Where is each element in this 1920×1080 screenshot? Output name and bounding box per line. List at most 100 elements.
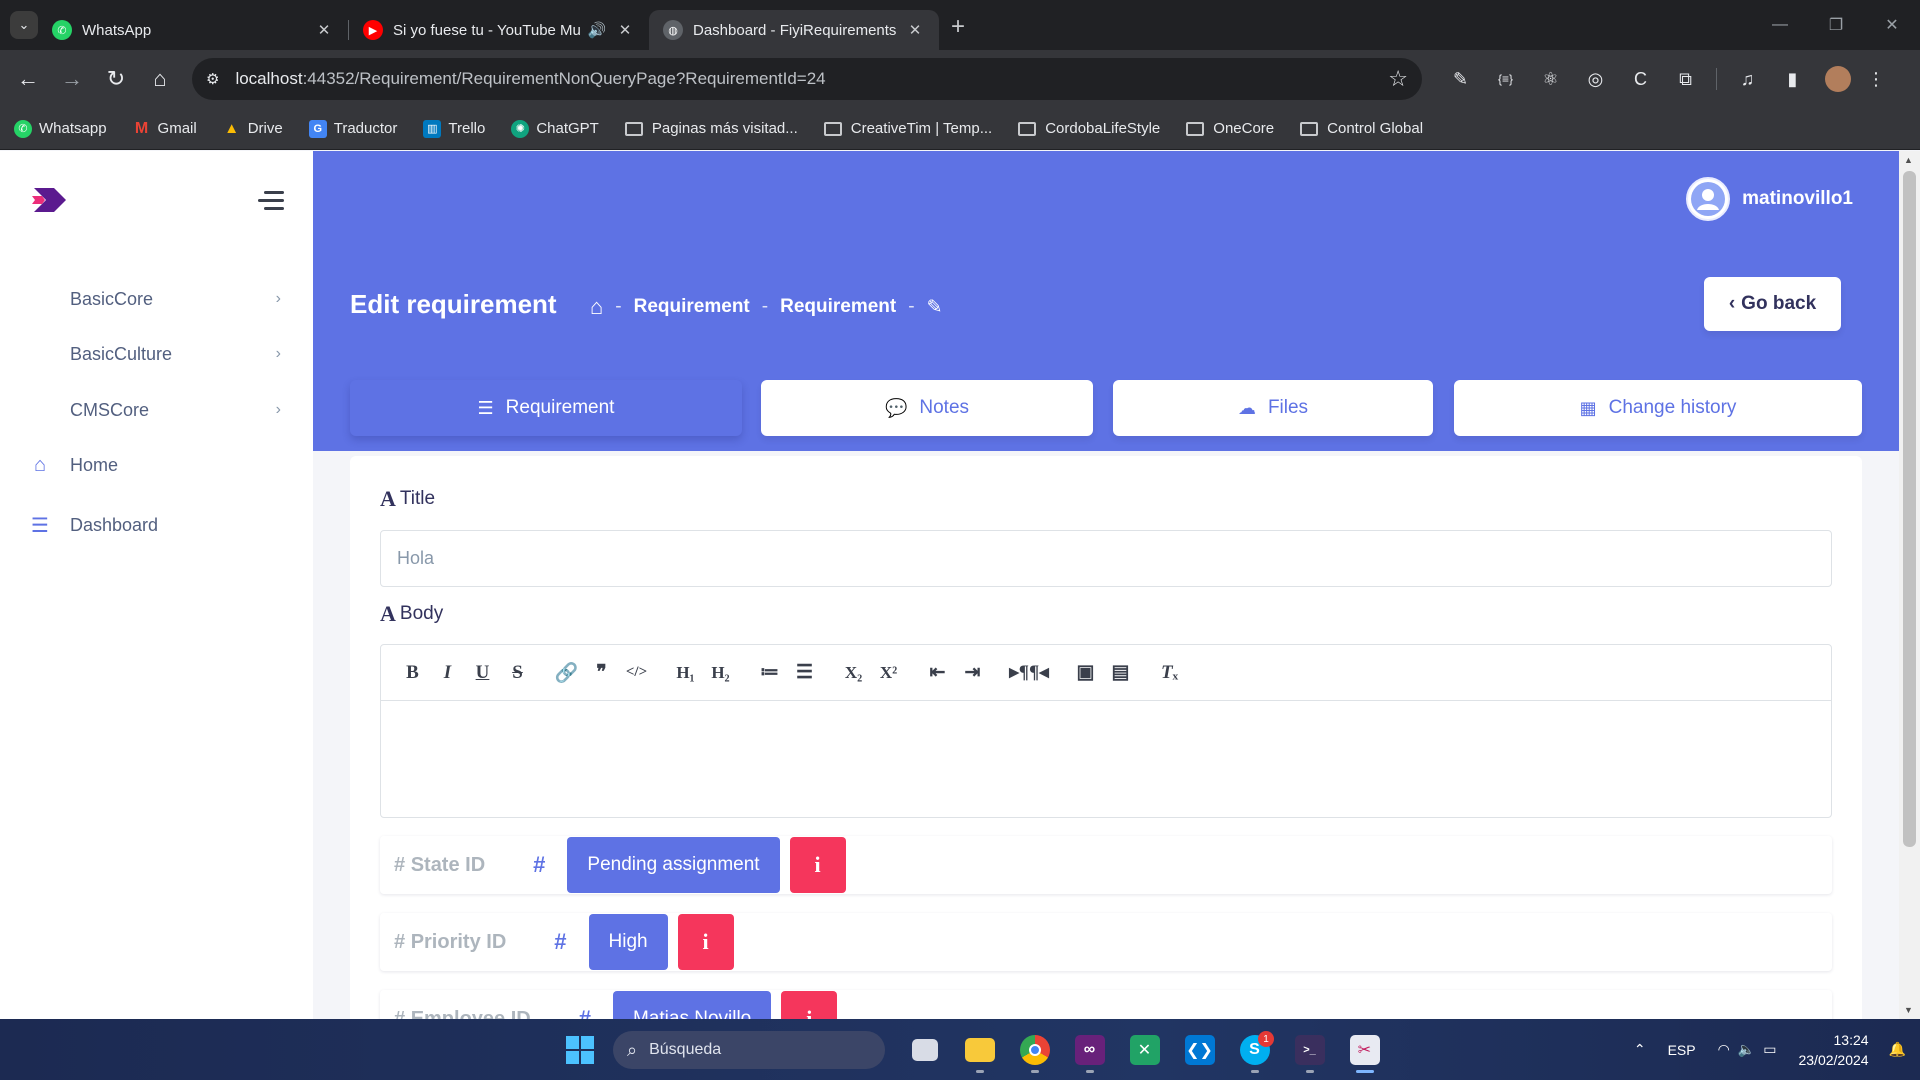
input-language[interactable]: ESP [1668,1042,1696,1058]
link-icon[interactable]: 🔗 [549,661,584,685]
info-icon[interactable]: i [781,991,838,1019]
bookmark-star-icon[interactable]: ☆ [1388,66,1408,92]
page-scrollbar[interactable]: ▲ ▼ [1899,151,1920,1019]
italic-icon[interactable]: I [430,662,465,684]
scroll-down-icon[interactable]: ▼ [1904,1005,1913,1015]
bookmark-folder[interactable]: OneCore [1186,120,1274,137]
scrollbar-thumb[interactable] [1903,171,1916,847]
skype-button[interactable]: S1 [1227,1025,1282,1075]
home-icon[interactable]: ⌂ [590,294,603,320]
sidebar-item-dashboard[interactable]: ☰ Dashboard [0,503,313,547]
heading-2-icon[interactable]: H₂ [703,663,738,683]
outdent-icon[interactable]: ⇤ [920,661,955,684]
bookmark-folder[interactable]: Paginas más visitad... [624,120,798,137]
notifications-bell-icon[interactable]: 🔔 [1889,1041,1906,1058]
url-bar[interactable]: ⚙ localhost:44352/Requirement/Requiremen… [192,58,1422,100]
sidebar-item-home[interactable]: ⌂ Home [0,443,313,487]
forward-icon[interactable]: → [50,66,94,92]
tab-change-history[interactable]: ▦ Change history [1454,380,1862,436]
volume-icon[interactable]: 🔈 [1738,1041,1755,1058]
file-explorer-button[interactable] [952,1025,1007,1075]
info-icon[interactable]: i [677,914,734,970]
breadcrumb-item[interactable]: Requirement [780,296,896,318]
scroll-up-icon[interactable]: ▲ [1904,155,1913,165]
bookmark-folder[interactable]: CordobaLifeStyle [1018,120,1160,137]
profile-avatar[interactable] [1825,66,1851,92]
subscript-icon[interactable]: X₂ [836,663,871,683]
target-extension-icon[interactable]: ◎ [1573,69,1618,90]
taskbar-search[interactable]: ⌕ Búsqueda [613,1031,885,1069]
vscode-button[interactable]: ❮❯ [1172,1025,1227,1075]
tab-notes[interactable]: 💬 Notes [761,380,1093,436]
go-back-button[interactable]: ‹ Go back [1704,277,1841,331]
app-logo[interactable] [32,187,68,218]
terminal-button[interactable]: >_ [1282,1025,1337,1075]
close-tab-icon[interactable]: ✕ [905,21,925,39]
sidebar-item-basiccore[interactable]: BasicCore › [0,277,313,321]
url-text[interactable]: localhost:44352/Requirement/RequirementN… [235,69,1388,89]
state-select-button[interactable]: Pending assignment [567,837,780,893]
bullet-list-icon[interactable]: ☰ [787,661,822,684]
video-icon[interactable]: ▤ [1103,661,1138,684]
excel-button[interactable]: ✕ [1117,1025,1172,1075]
clear-formatting-icon[interactable]: Tₓ [1152,662,1187,684]
close-tab-icon[interactable]: ✕ [314,21,334,39]
audio-playing-icon[interactable]: 🔊 [587,21,607,39]
code-extension-icon[interactable]: C [1618,69,1663,90]
superscript-icon[interactable]: X² [871,663,906,683]
bookmark-folder[interactable]: CreativeTim | Temp... [823,120,992,137]
start-button[interactable] [552,1025,607,1075]
bookmark-gmail[interactable]: M Gmail [133,120,197,138]
restore-icon[interactable]: ❐ [1808,0,1864,50]
bookmark-drive[interactable]: ▲ Drive [223,120,282,138]
user-menu[interactable]: matinovillo1 [1686,177,1853,221]
tab-requirement[interactable]: ☰ Requirement [350,380,742,436]
bold-icon[interactable]: B [395,662,430,684]
info-icon[interactable]: i [789,837,846,893]
task-view-button[interactable] [897,1025,952,1075]
minimize-icon[interactable]: — [1752,0,1808,50]
strikethrough-icon[interactable]: S [500,662,535,684]
tab-files[interactable]: ☁ Files [1113,380,1433,436]
bookmark-chatgpt[interactable]: ✺ ChatGPT [511,119,599,138]
react-devtools-icon[interactable]: ⚛ [1528,69,1573,90]
underline-icon[interactable]: U [465,662,500,684]
chevron-up-icon[interactable]: ⌃ [1634,1041,1646,1058]
image-icon[interactable]: ▣ [1068,661,1103,684]
media-controls-icon[interactable]: ♫ [1725,69,1770,90]
close-tab-icon[interactable]: ✕ [615,21,635,39]
back-icon[interactable]: ← [6,66,50,92]
breadcrumb-item[interactable]: Requirement [634,296,750,318]
bookmark-trello[interactable]: ▥ Trello [423,119,485,138]
text-direction-icon[interactable]: ▸¶¶◂ [1004,661,1054,684]
employee-select-button[interactable]: Matias Novillo [612,991,772,1019]
site-info-icon[interactable]: ⚙ [206,70,219,88]
indent-icon[interactable]: ⇥ [955,661,990,684]
eyedropper-icon[interactable]: ✎ [1438,69,1483,90]
reload-icon[interactable]: ↻ [94,66,138,92]
browser-tab-dashboard[interactable]: ◍ Dashboard - FiyiRequirements ✕ [649,10,939,50]
visual-studio-button[interactable]: ∞ [1062,1025,1117,1075]
more-menu-icon[interactable]: ⋮ [1861,69,1891,90]
snipping-tool-button[interactable]: ✂ [1337,1025,1392,1075]
wifi-icon[interactable]: ◠ [1718,1041,1730,1058]
sidebar-toggle-icon[interactable] [258,191,284,215]
close-window-icon[interactable]: ✕ [1864,0,1920,50]
side-panel-icon[interactable]: ▮ [1770,69,1815,90]
extensions-puzzle-icon[interactable]: ⧉ [1663,69,1708,90]
sidebar-item-cmscore[interactable]: CMSCore › [0,388,313,432]
bookmark-folder[interactable]: Control Global [1300,120,1423,137]
tab-search-button[interactable]: ⌄ [10,11,38,39]
bookmark-whatsapp[interactable]: ✆ Whatsapp [14,119,107,138]
ordered-list-icon[interactable]: ≔ [752,661,787,684]
blockquote-icon[interactable]: ❞ [584,661,619,684]
code-block-icon[interactable]: </> [619,664,654,681]
home-icon[interactable]: ⌂ [138,66,182,92]
priority-select-button[interactable]: High [588,914,668,970]
clock[interactable]: 13:24 23/02/2024 [1798,1030,1868,1070]
battery-icon[interactable]: ▭ [1763,1041,1776,1058]
browser-tab-whatsapp[interactable]: ✆ WhatsApp ✕ [38,10,348,50]
browser-tab-youtube[interactable]: ▶ Si yo fuese tu - YouTube Mu 🔊 ✕ [349,10,649,50]
heading-1-icon[interactable]: H₁ [668,663,703,683]
sidebar-item-basicculture[interactable]: BasicCulture › [0,332,313,376]
